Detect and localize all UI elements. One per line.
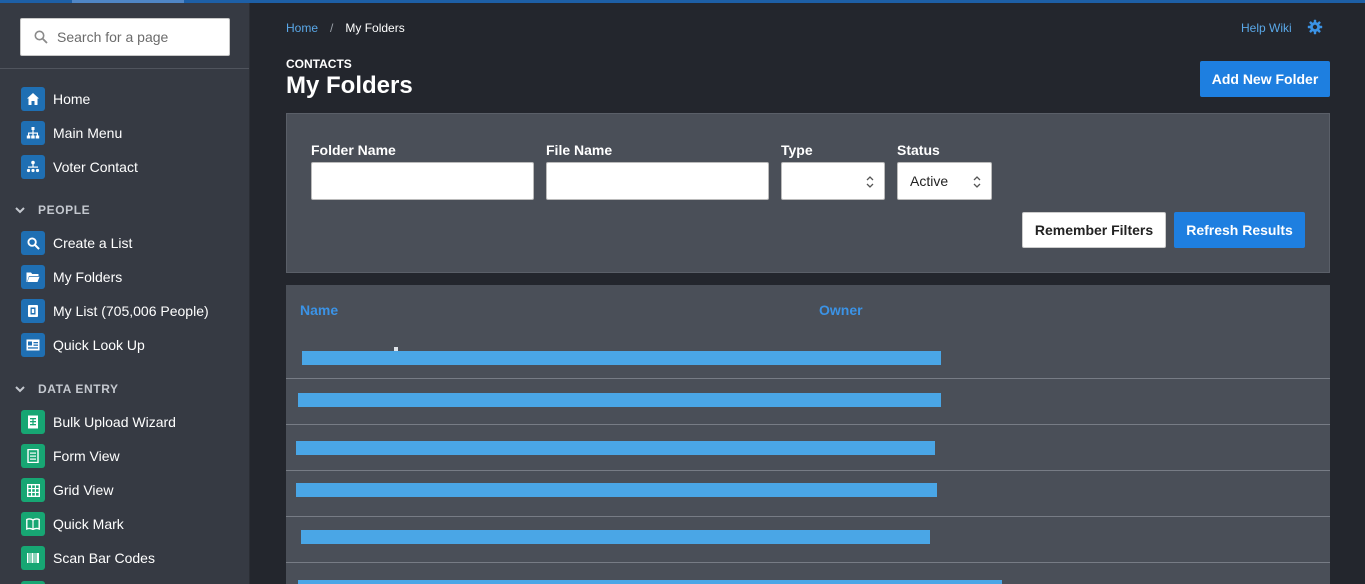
add-new-folder-button[interactable]: Add New Folder bbox=[1200, 61, 1330, 97]
file-name-label: File Name bbox=[546, 142, 613, 158]
grid-icon bbox=[21, 478, 45, 502]
redacted-row-content bbox=[296, 483, 937, 497]
remember-filters-button[interactable]: Remember Filters bbox=[1022, 212, 1166, 248]
redacted-row-content bbox=[296, 441, 935, 455]
folder-name-label: Folder Name bbox=[311, 142, 396, 158]
sidebar-item-bulk-upload-wizard[interactable]: Bulk Upload Wizard bbox=[21, 409, 176, 435]
redacted-row-content bbox=[302, 351, 941, 365]
breadcrumb-home-link[interactable]: Home bbox=[286, 21, 318, 35]
breadcrumb: Home / My Folders bbox=[286, 21, 405, 35]
sidebar-item-my-list[interactable]: My List (705,006 People) bbox=[21, 298, 209, 324]
type-label: Type bbox=[781, 142, 813, 158]
table-row[interactable] bbox=[286, 563, 1330, 584]
search-icon bbox=[34, 30, 48, 44]
home-icon bbox=[21, 87, 45, 111]
sidebar-item-main-menu[interactable]: Main Menu bbox=[21, 120, 122, 146]
redacted-row-content bbox=[301, 530, 930, 544]
table-row[interactable] bbox=[286, 517, 1330, 563]
sidebar-search[interactable] bbox=[20, 18, 230, 56]
filter-panel: Folder Name File Name Type Status Active… bbox=[286, 113, 1330, 273]
section-data-entry[interactable]: DATA ENTRY bbox=[14, 381, 119, 397]
column-header-owner[interactable]: Owner bbox=[819, 302, 863, 318]
section-people[interactable]: PEOPLE bbox=[14, 202, 90, 218]
file-name-input[interactable] bbox=[546, 162, 769, 200]
folder-icon bbox=[21, 265, 45, 289]
folders-table: Name Owner bbox=[286, 285, 1330, 584]
table-row[interactable] bbox=[286, 379, 1330, 425]
people-tree-icon bbox=[21, 155, 45, 179]
sidebar-item-label: Create a List bbox=[53, 235, 133, 251]
redacted-row-content bbox=[298, 580, 1002, 584]
folder-name-input[interactable] bbox=[311, 162, 534, 200]
select-arrows-icon bbox=[973, 176, 981, 188]
chevron-down-icon bbox=[15, 207, 25, 214]
status-select[interactable]: Active bbox=[897, 162, 992, 200]
page-title: My Folders bbox=[286, 72, 413, 99]
refresh-results-button[interactable]: Refresh Results bbox=[1174, 212, 1305, 248]
breadcrumb-separator: / bbox=[330, 21, 334, 35]
sidebar-item-quick-mark[interactable]: Quick Mark bbox=[21, 511, 124, 537]
sidebar-item-more[interactable] bbox=[21, 580, 53, 584]
sidebar-item-quick-look-up[interactable]: Quick Look Up bbox=[21, 332, 145, 358]
sidebar-item-label: My Folders bbox=[53, 269, 123, 285]
sidebar-item-form-view[interactable]: Form View bbox=[21, 443, 120, 469]
gear-icon[interactable] bbox=[1307, 19, 1323, 35]
status-label: Status bbox=[897, 142, 940, 158]
sidebar: Home Main Menu Voter Contact PEOPLE Crea… bbox=[0, 3, 250, 584]
barcode-icon bbox=[21, 546, 45, 570]
sidebar-item-label: Main Menu bbox=[53, 125, 123, 141]
sidebar-item-voter-contact[interactable]: Voter Contact bbox=[21, 154, 138, 180]
spreadsheet-icon bbox=[21, 410, 45, 434]
table-row[interactable] bbox=[286, 471, 1330, 517]
book-icon bbox=[21, 512, 45, 536]
sidebar-item-label: Bulk Upload Wizard bbox=[53, 414, 176, 430]
sidebar-item-label: Form View bbox=[53, 448, 120, 464]
section-label: DATA ENTRY bbox=[38, 382, 119, 396]
table-row[interactable] bbox=[286, 425, 1330, 471]
table-row[interactable] bbox=[286, 333, 1330, 379]
sidebar-item-grid-view[interactable]: Grid View bbox=[21, 477, 113, 503]
sidebar-item-create-a-list[interactable]: Create a List bbox=[21, 230, 132, 256]
sitemap-icon bbox=[21, 121, 45, 145]
column-header-name[interactable]: Name bbox=[300, 302, 338, 318]
list-book-icon bbox=[21, 299, 45, 323]
select-arrows-icon bbox=[866, 176, 874, 188]
help-wiki-link[interactable]: Help Wiki bbox=[1241, 21, 1292, 35]
type-select[interactable] bbox=[781, 162, 885, 200]
section-label: PEOPLE bbox=[38, 203, 91, 217]
sidebar-divider bbox=[0, 68, 249, 69]
sidebar-item-scan-bar-codes[interactable]: Scan Bar Codes bbox=[21, 545, 155, 571]
chevron-down-icon bbox=[15, 386, 25, 393]
sidebar-item-label: Quick Mark bbox=[53, 516, 124, 532]
id-card-icon bbox=[21, 333, 45, 357]
sidebar-item-label: Grid View bbox=[53, 482, 114, 498]
sidebar-item-home[interactable]: Home bbox=[21, 86, 90, 112]
sidebar-item-label: Voter Contact bbox=[53, 159, 138, 175]
section-kicker: CONTACTS bbox=[286, 57, 352, 71]
status-select-value: Active bbox=[910, 173, 949, 189]
sidebar-item-label: Home bbox=[53, 91, 91, 107]
sidebar-item-label: Quick Look Up bbox=[53, 337, 145, 353]
search-input[interactable] bbox=[57, 19, 227, 55]
sidebar-item-label: Scan Bar Codes bbox=[53, 550, 155, 566]
search-icon bbox=[21, 231, 45, 255]
form-icon bbox=[21, 444, 45, 468]
sidebar-item-label: My List (705,006 People) bbox=[53, 303, 209, 319]
breadcrumb-current: My Folders bbox=[345, 21, 405, 35]
sidebar-item-my-folders[interactable]: My Folders bbox=[21, 264, 122, 290]
redacted-row-content bbox=[298, 393, 941, 407]
